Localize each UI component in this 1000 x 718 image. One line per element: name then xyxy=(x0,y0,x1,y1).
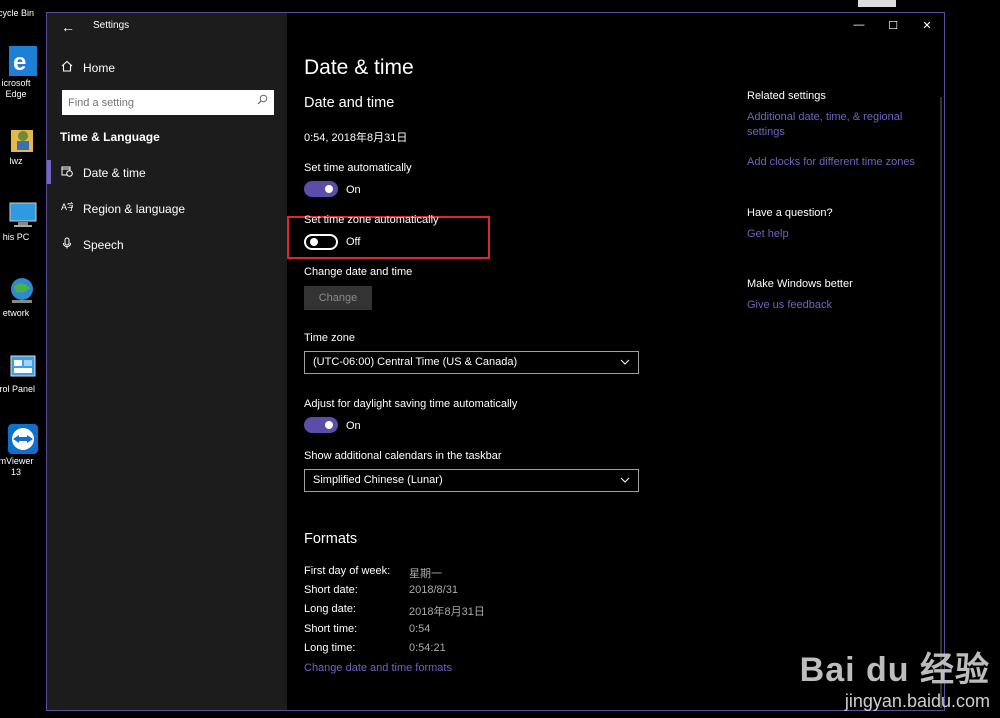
calendars-label: Show additional calendars in the taskbar xyxy=(304,450,502,462)
get-help-link[interactable]: Get help xyxy=(747,227,932,242)
search-icon[interactable] xyxy=(257,94,268,108)
format-value: 星期一 xyxy=(409,568,442,580)
format-label: Short time: xyxy=(304,623,358,635)
add-clocks-link[interactable]: Add clocks for different time zones xyxy=(747,155,932,170)
format-label: Long date: xyxy=(304,603,356,615)
time-zone-value: (UTC-06:00) Central Time (US & Canada) xyxy=(313,356,518,368)
desktop-item-edge[interactable]: e icrosoft Edge xyxy=(0,46,46,100)
set-time-auto-state: On xyxy=(346,184,361,196)
dst-toggle[interactable] xyxy=(304,417,338,433)
home-icon xyxy=(61,60,73,75)
format-value: 2018年8月31日 xyxy=(409,606,485,618)
sidebar-item-label: Date & time xyxy=(83,165,146,180)
content-pane: — ☐ ✕ Date & time Date and time 0:54, 20… xyxy=(287,13,944,710)
format-value: 0:54 xyxy=(409,623,431,635)
desktop-label: trol Panel xyxy=(0,384,36,394)
desktop-item-control-panel[interactable]: trol Panel xyxy=(0,352,46,395)
user-folder-icon xyxy=(8,124,38,154)
maximize-button[interactable]: ☐ xyxy=(876,13,910,37)
watermark-top xyxy=(858,0,896,7)
chevron-down-icon xyxy=(620,472,630,491)
format-label: Short date: xyxy=(304,584,358,596)
set-time-auto-label: Set time automatically xyxy=(304,162,412,174)
feedback-heading: Make Windows better xyxy=(747,278,853,290)
set-tz-auto-label: Set time zone automatically xyxy=(304,214,439,226)
svg-text:e: e xyxy=(13,49,26,76)
desktop-item-network[interactable]: etwork xyxy=(0,276,46,319)
section-title: Date and time xyxy=(304,95,395,111)
desktop-item-teamviewer[interactable]: mViewer 13 xyxy=(0,424,46,478)
formats-title: Formats xyxy=(304,531,358,547)
minimize-button[interactable]: — xyxy=(842,13,876,37)
set-time-auto-toggle[interactable] xyxy=(304,181,338,197)
back-arrow-icon[interactable]: ← xyxy=(61,19,75,35)
desktop-label: cycle Bin xyxy=(0,8,34,18)
calendar-clock-icon xyxy=(61,165,73,180)
svg-text:A字: A字 xyxy=(61,201,73,212)
toggle-knob xyxy=(310,238,318,246)
chevron-down-icon xyxy=(620,354,630,373)
format-label: First day of week: xyxy=(304,565,391,577)
desktop-strip: cycle Bin e icrosoft Edge lwz his PC etw… xyxy=(0,0,46,718)
desktop-label: mViewer 13 xyxy=(0,456,34,477)
toggle-knob xyxy=(325,421,333,429)
calendars-value: Simplified Chinese (Lunar) xyxy=(313,474,443,486)
sidebar-item-region-language[interactable]: A字 Region & language xyxy=(61,201,185,216)
edge-icon: e xyxy=(8,46,38,76)
sidebar-item-date-time[interactable]: Date & time xyxy=(61,165,146,180)
computer-icon xyxy=(8,200,38,230)
teamviewer-icon xyxy=(8,424,38,454)
sidebar-item-speech[interactable]: Speech xyxy=(61,237,124,252)
dst-label: Adjust for daylight saving time automati… xyxy=(304,398,518,410)
change-button[interactable]: Change xyxy=(304,286,372,310)
search-input[interactable] xyxy=(68,95,248,111)
desktop-item-this-pc[interactable]: his PC xyxy=(0,200,46,243)
window-controls: — ☐ ✕ xyxy=(842,13,944,37)
control-panel-icon xyxy=(8,352,38,382)
calendars-dropdown[interactable]: Simplified Chinese (Lunar) xyxy=(304,469,639,492)
watermark-main: Bai du 经验 xyxy=(799,651,990,689)
format-label: Long time: xyxy=(304,642,356,654)
settings-window: ← Settings Home Time & Language Date & t… xyxy=(46,12,945,711)
dst-state: On xyxy=(346,420,361,432)
close-button[interactable]: ✕ xyxy=(910,13,944,37)
language-icon: A字 xyxy=(61,201,76,216)
format-value: 2018/8/31 xyxy=(409,584,458,596)
change-formats-link[interactable]: Change date and time formats xyxy=(304,662,452,674)
desktop-label: lwz xyxy=(9,156,23,166)
desktop-item-user[interactable]: lwz xyxy=(0,124,46,167)
feedback-link[interactable]: Give us feedback xyxy=(747,298,932,313)
question-heading: Have a question? xyxy=(747,207,833,219)
desktop-item-recycle-bin[interactable]: cycle Bin xyxy=(0,8,46,19)
sidebar-section-heading: Time & Language xyxy=(60,130,160,144)
search-box[interactable] xyxy=(62,90,274,115)
change-datetime-label: Change date and time xyxy=(304,266,413,278)
page-title: Date & time xyxy=(304,56,414,79)
time-zone-label: Time zone xyxy=(304,332,355,344)
microphone-icon xyxy=(61,237,73,252)
scrollbar[interactable] xyxy=(940,97,942,708)
current-datetime: 0:54, 2018年8月31日 xyxy=(304,132,408,144)
set-tz-auto-toggle[interactable] xyxy=(304,234,338,250)
additional-settings-link[interactable]: Additional date, time, & regional settin… xyxy=(747,110,922,140)
sidebar-item-label: Region & language xyxy=(83,201,186,216)
desktop-label: etwork xyxy=(2,308,30,318)
set-tz-auto-state: Off xyxy=(346,236,361,248)
format-value: 0:54:21 xyxy=(409,642,446,654)
desktop-label: icrosoft Edge xyxy=(1,78,31,99)
related-settings-heading: Related settings xyxy=(747,90,826,102)
toggle-knob xyxy=(325,185,333,193)
window-title: Settings xyxy=(93,20,130,31)
sidebar-item-label: Speech xyxy=(83,237,124,252)
network-icon xyxy=(8,276,38,306)
desktop-label: his PC xyxy=(2,232,30,242)
nav-home[interactable]: Home xyxy=(61,60,115,75)
active-indicator xyxy=(47,160,51,184)
nav-home-label: Home xyxy=(83,60,116,75)
sidebar: ← Settings Home Time & Language Date & t… xyxy=(47,13,287,710)
time-zone-dropdown[interactable]: (UTC-06:00) Central Time (US & Canada) xyxy=(304,351,639,374)
watermark: Bai du 经验 jingyan.baidu.com xyxy=(800,642,990,712)
watermark-sub: jingyan.baidu.com xyxy=(844,691,990,711)
